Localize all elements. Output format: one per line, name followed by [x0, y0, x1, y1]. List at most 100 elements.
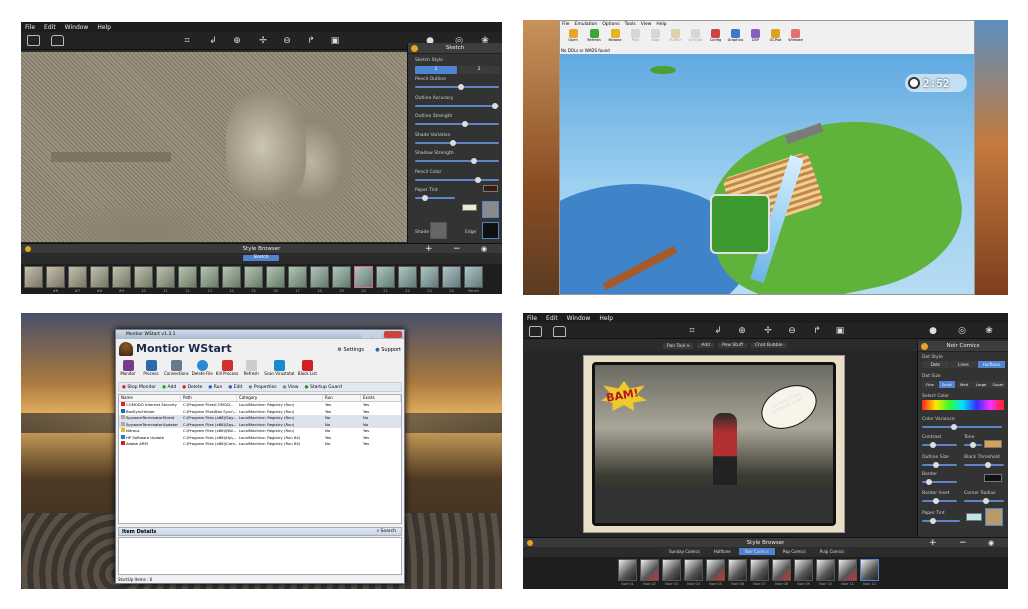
fit-icon[interactable]: ▣ — [329, 35, 341, 47]
pencil-outline-slider[interactable] — [415, 84, 499, 90]
dot-size-tab-large[interactable]: Large — [973, 381, 989, 388]
corner-radius-slider[interactable] — [964, 498, 1004, 504]
border-swatch[interactable] — [984, 474, 1002, 482]
style-thumbnail[interactable]: #7 — [68, 266, 87, 293]
menu-tools[interactable]: Tools — [625, 22, 636, 27]
pencil-color-slider[interactable] — [415, 176, 499, 183]
config-button[interactable]: Config — [707, 29, 724, 42]
pencil-color-swatch[interactable] — [483, 185, 498, 192]
style-thumbnail[interactable]: Noir 11 — [838, 559, 857, 586]
style-thumbnail[interactable]: Noir 03 — [662, 559, 681, 586]
style-thumbnail[interactable]: Noir 06 — [728, 559, 747, 586]
scrshot-button[interactable]: ScrShot — [687, 29, 704, 42]
close-button[interactable] — [384, 331, 402, 338]
paper-tint-slider[interactable] — [415, 195, 455, 201]
column-header-run[interactable]: Run — [323, 395, 361, 401]
edge-swatch[interactable] — [482, 222, 499, 239]
add-action[interactable]: ● Add — [162, 385, 176, 390]
menu-emulation[interactable]: Emulation — [575, 22, 598, 27]
redo-icon[interactable]: ↱ — [305, 35, 317, 47]
image-icon[interactable] — [529, 326, 542, 337]
dot-size-tab-super[interactable]: Super — [990, 381, 1006, 388]
browser-collapse-icon[interactable] — [527, 540, 533, 546]
dot-style-tab-halftone[interactable]: Halftone — [978, 361, 1005, 368]
browse-button[interactable]: Browse — [606, 29, 624, 42]
monitor-button[interactable]: Monitor — [118, 360, 138, 376]
browser-tab-pop-comics[interactable]: Pop Comics — [776, 548, 812, 555]
style-thumbnail[interactable]: Noir 09 — [794, 559, 813, 586]
menu-window[interactable]: Window — [65, 24, 89, 31]
rotate-icon[interactable]: ↲ — [207, 35, 219, 47]
browser-tab-pulp-comics[interactable]: Pulp Comics — [813, 548, 851, 555]
block-list-button[interactable]: Block List — [297, 360, 317, 376]
style-thumbnail[interactable]: Noir 04 — [684, 559, 703, 586]
menu-view[interactable]: View — [641, 22, 652, 27]
menu-edit[interactable]: Edit — [44, 24, 56, 31]
menu-file[interactable]: File — [562, 22, 570, 27]
column-header-category[interactable]: Category — [237, 395, 323, 401]
info-icon[interactable]: ● — [927, 325, 939, 337]
stop-button[interactable]: Stop — [647, 29, 664, 42]
black-threshold-slider[interactable] — [964, 462, 1004, 468]
add-style-icon[interactable]: + — [929, 538, 937, 548]
menu-help[interactable]: Help — [599, 315, 613, 322]
style-thumbnail[interactable]: Noir 08 — [772, 559, 791, 586]
menu-help[interactable]: Help — [97, 24, 111, 31]
dot-style-tab-lines[interactable]: Lines — [950, 361, 977, 368]
add-button[interactable]: Add — [697, 343, 714, 348]
slider-knob[interactable] — [951, 424, 957, 430]
zoom-out-icon[interactable]: ⊖ — [786, 325, 798, 337]
slider-knob[interactable] — [930, 518, 937, 524]
menu-window[interactable]: Window — [567, 315, 591, 322]
style-thumbnail[interactable]: #8 — [90, 266, 109, 293]
style-thumbnail[interactable]: Noir 02 — [640, 559, 659, 586]
pan-tool-button[interactable]: Pan Tool ⌖ — [663, 342, 694, 349]
edit-action[interactable]: ● Edit — [228, 385, 242, 390]
browser-collapse-icon[interactable] — [25, 246, 31, 252]
style-thumbnail[interactable]: #6 — [46, 266, 65, 293]
outline-accuracy-slider[interactable] — [415, 102, 499, 109]
style-thumbnail[interactable]: Noir 07 — [750, 559, 769, 586]
slider-knob[interactable] — [470, 158, 477, 164]
column-header-path[interactable]: Path — [181, 395, 237, 401]
outline-size-slider[interactable] — [922, 462, 957, 468]
play-button[interactable]: Play — [627, 29, 644, 42]
browser-tab-sunday-comics[interactable]: Sunday Comics — [663, 548, 706, 555]
kill-process-button[interactable]: Kill Process — [216, 360, 238, 376]
style-thumbnail[interactable]: Noir 12 — [860, 559, 879, 586]
dot-style-tab-dots[interactable]: Dots — [922, 361, 949, 368]
paper-tint-slider[interactable] — [922, 518, 960, 524]
shadow-strength-slider[interactable] — [415, 158, 499, 164]
slider-knob[interactable] — [462, 121, 469, 127]
rotate-icon[interactable]: ↲ — [712, 325, 724, 337]
style-thumbnail[interactable]: Noir 10 — [816, 559, 835, 586]
slider-knob[interactable] — [491, 102, 498, 109]
panel-collapse-icon[interactable] — [411, 45, 418, 52]
style-tab-1[interactable]: 1 — [415, 66, 457, 74]
sketch-canvas[interactable] — [21, 52, 407, 242]
open-button[interactable]: Open — [564, 29, 582, 42]
panel-collapse-icon[interactable] — [921, 343, 928, 350]
dot-size-tab-med[interactable]: Med — [956, 381, 972, 388]
style-thumbnail[interactable]: Pencil — [464, 266, 483, 293]
slider-knob[interactable] — [929, 442, 936, 448]
outline-strength-slider[interactable] — [415, 121, 499, 127]
delete-file-button[interactable]: Delete File — [192, 360, 213, 376]
comic-page[interactable]: BAM! Useless! Does anybody care? — [583, 355, 845, 533]
style-thumbnail[interactable]: #9 — [112, 266, 131, 293]
style-thumbnail[interactable]: 15 — [244, 266, 263, 293]
scan-virustotal-button[interactable]: Scan Virustotal — [264, 360, 294, 376]
process-button[interactable]: Process — [141, 360, 161, 376]
style-thumbnail[interactable]: 13 — [200, 266, 219, 293]
paper-texture-swatch[interactable] — [482, 201, 499, 218]
tone-swatch[interactable] — [984, 440, 1002, 448]
color-picker[interactable] — [922, 400, 1004, 410]
slider-knob[interactable] — [983, 498, 989, 504]
run-action[interactable]: ● Run — [208, 385, 222, 390]
social-icon[interactable]: ❀ — [983, 325, 995, 337]
connections-button[interactable]: Connections — [164, 360, 189, 376]
shade-swatch[interactable] — [430, 222, 447, 239]
column-header-name[interactable]: Name — [119, 395, 181, 401]
style-thumbnail[interactable]: 11 — [156, 266, 175, 293]
stop-monitor-action[interactable]: ● Stop Monitor — [122, 385, 156, 390]
